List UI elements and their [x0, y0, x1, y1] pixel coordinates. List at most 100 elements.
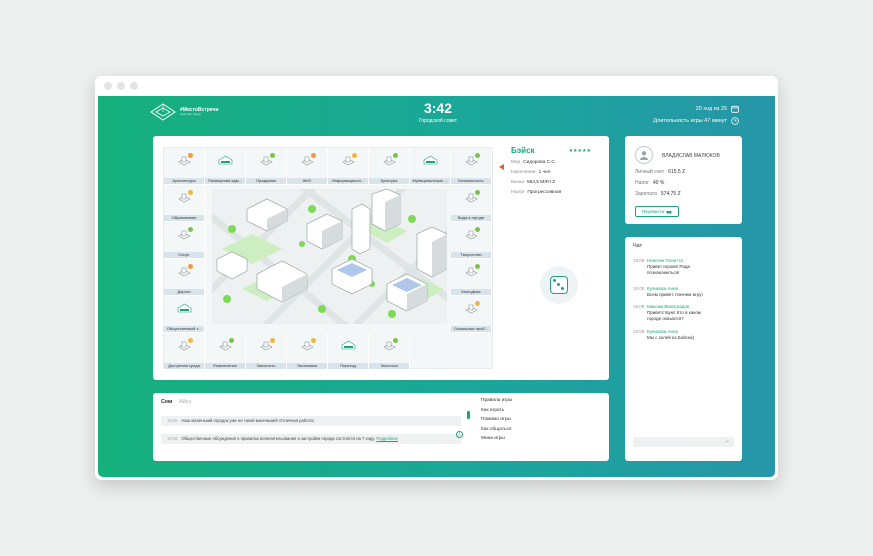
- board-cell[interactable]: Архитектура: [164, 148, 205, 185]
- status-badge: [475, 190, 480, 195]
- status-badge: [270, 338, 275, 343]
- user-stat-row: Личный счет 615.5 Z: [635, 169, 686, 175]
- board-cell[interactable]: Дороги: [164, 259, 205, 296]
- board-cell-label: Доступная среда: [164, 363, 204, 369]
- roll-dice-button[interactable]: [540, 266, 578, 304]
- board-cell[interactable]: Образование: [164, 185, 205, 222]
- board-cell-label: Экономика: [287, 363, 327, 369]
- status-badge: [188, 264, 193, 269]
- board-cell-label: Экология: [369, 363, 409, 369]
- chat-title: Чат: [633, 243, 643, 249]
- window-dot[interactable]: [130, 82, 138, 90]
- help-links: Правила игры Как играть Помимо игры Как общ…: [481, 398, 512, 446]
- board-cell[interactable]: Занятость: [246, 333, 287, 370]
- avatar[interactable]: [635, 146, 653, 164]
- user-icon: [640, 151, 648, 160]
- board-cell-label: Помещения адм...: [205, 178, 245, 184]
- help-link[interactable]: Помимо игры: [481, 417, 512, 422]
- board-cell[interactable]: Безопасность: [451, 148, 492, 185]
- chat-message: 19:08 Неектан Тюнетта Привет игроки! Рада …: [633, 258, 733, 284]
- board-cell[interactable]: Культура: [369, 148, 410, 185]
- message-time: 19:08: [633, 304, 645, 309]
- help-link[interactable]: Правила игры: [481, 398, 512, 403]
- transfer-label: Перевести: [641, 209, 665, 214]
- board-cell[interactable]: Помещения адм...: [205, 148, 246, 185]
- board-cell[interactable]: Экология: [369, 333, 410, 370]
- clock-icon: [731, 117, 739, 125]
- board-cell[interactable]: Информационн...: [328, 148, 369, 185]
- window-dot[interactable]: [104, 82, 112, 90]
- board-cell-label: Развлечение: [205, 363, 245, 369]
- dice-icon: [550, 276, 568, 294]
- board-cell[interactable]: Спорт: [164, 222, 205, 259]
- transfer-button[interactable]: Перевести: [635, 206, 679, 217]
- news-item: 19:08 Общественные обсуждения о правилах …: [161, 434, 461, 444]
- sector-icon: [423, 155, 438, 165]
- duration-text: Длительность игры 47 минут: [653, 118, 727, 124]
- game-board-panel: Архитектура Помещения адм... Праздники ЖКХ И…: [153, 136, 609, 380]
- board-cell-label: Вода в городе: [451, 215, 491, 221]
- help-link[interactable]: Как общаться: [481, 427, 512, 432]
- board-cell[interactable]: Общественный т...: [164, 296, 205, 333]
- logo-icon: [150, 103, 176, 121]
- board-cell[interactable]: Переезд: [328, 333, 369, 370]
- tab-aise[interactable]: Айсэ: [179, 399, 191, 405]
- board-cell-label: Спорт: [164, 252, 204, 258]
- tab-smi[interactable]: Сми: [161, 399, 172, 405]
- status-badge: [188, 338, 193, 343]
- user-stat-row: Налог 40 %: [635, 180, 665, 186]
- board-cell[interactable]: Экономика: [287, 333, 328, 370]
- board-cell[interactable]: Вода в городе: [451, 185, 492, 222]
- status-badge: [475, 153, 480, 158]
- city-illustration: [212, 189, 447, 324]
- board-cell[interactable]: Локальные проб...: [451, 296, 492, 333]
- board-cell-label: ЖКХ: [287, 178, 327, 184]
- current-position-arrow-icon: [499, 164, 504, 170]
- message-time: 19:08: [633, 329, 645, 334]
- player-card: ВЛАДИСЛАВ МАЛЮКОВ Личный счет 615.5 Z Нал…: [625, 136, 742, 224]
- board-cell-label: Праздники: [246, 178, 286, 184]
- status-badge: [229, 338, 234, 343]
- board-cell-label: Информационн...: [328, 178, 368, 184]
- turn-counter: 20 ход из 25: [696, 105, 739, 113]
- logo[interactable]: #МестоВстречи игра про город: [150, 103, 218, 121]
- city-stat-row: Казна 564,5 МЛН Z: [511, 180, 556, 185]
- board-cell-label: Культура: [369, 178, 409, 184]
- board-cell[interactable]: Доступная среда: [164, 333, 205, 370]
- board-cell-label: Дороги: [164, 289, 204, 295]
- phase-label: Городской совет: [418, 118, 458, 124]
- board-cell-label: Занятость: [246, 363, 286, 369]
- timer-value: 3:42: [423, 100, 453, 116]
- city-rating-stars: ★★★★★: [568, 148, 591, 154]
- send-arrow-icon[interactable]: →: [724, 438, 730, 444]
- browser-window: #МестоВстречи игра про город 3:42 Городс…: [95, 76, 778, 480]
- scrollbar[interactable]: [467, 411, 470, 419]
- news-more-link[interactable]: Подробнее: [376, 436, 398, 441]
- news-panel: Сми Айсэ 19:08 Наш маленький городок уже …: [153, 393, 609, 461]
- board-cell-label: Молодёжь: [451, 289, 491, 295]
- board-cell[interactable]: Молодёжь: [451, 259, 492, 296]
- board-cell[interactable]: Праздники: [246, 148, 287, 185]
- window-dot[interactable]: [117, 82, 125, 90]
- chat-input[interactable]: →: [633, 437, 734, 447]
- board-cell-label: Локальные проб...: [451, 326, 491, 332]
- status-badge: [188, 227, 193, 232]
- board-cell-label: Общественный т...: [164, 326, 204, 332]
- message-time: 19:08: [633, 258, 645, 263]
- board-cell[interactable]: Муниципальные ...: [410, 148, 451, 185]
- help-link[interactable]: Мини игры: [481, 436, 512, 441]
- help-link[interactable]: Как играть: [481, 408, 512, 413]
- news-item: 19:08 Наш маленький городок уже не такой …: [161, 416, 461, 426]
- status-badge: [311, 153, 316, 158]
- city-map[interactable]: [212, 189, 447, 324]
- message-time: 19:08: [633, 286, 645, 291]
- message-text: Привет игроки! Рада познакомиться!: [647, 264, 690, 275]
- status-badge: [393, 153, 398, 158]
- car-icon: [666, 210, 672, 214]
- player-name: ВЛАДИСЛАВ МАЛЮКОВ: [662, 153, 720, 159]
- board-cell[interactable]: Развлечение: [205, 333, 246, 370]
- board-cell[interactable]: Творчество: [451, 222, 492, 259]
- city-stat-row: Население 1 чел.: [511, 170, 552, 175]
- board-cell[interactable]: ЖКХ: [287, 148, 328, 185]
- status-badge: [393, 338, 398, 343]
